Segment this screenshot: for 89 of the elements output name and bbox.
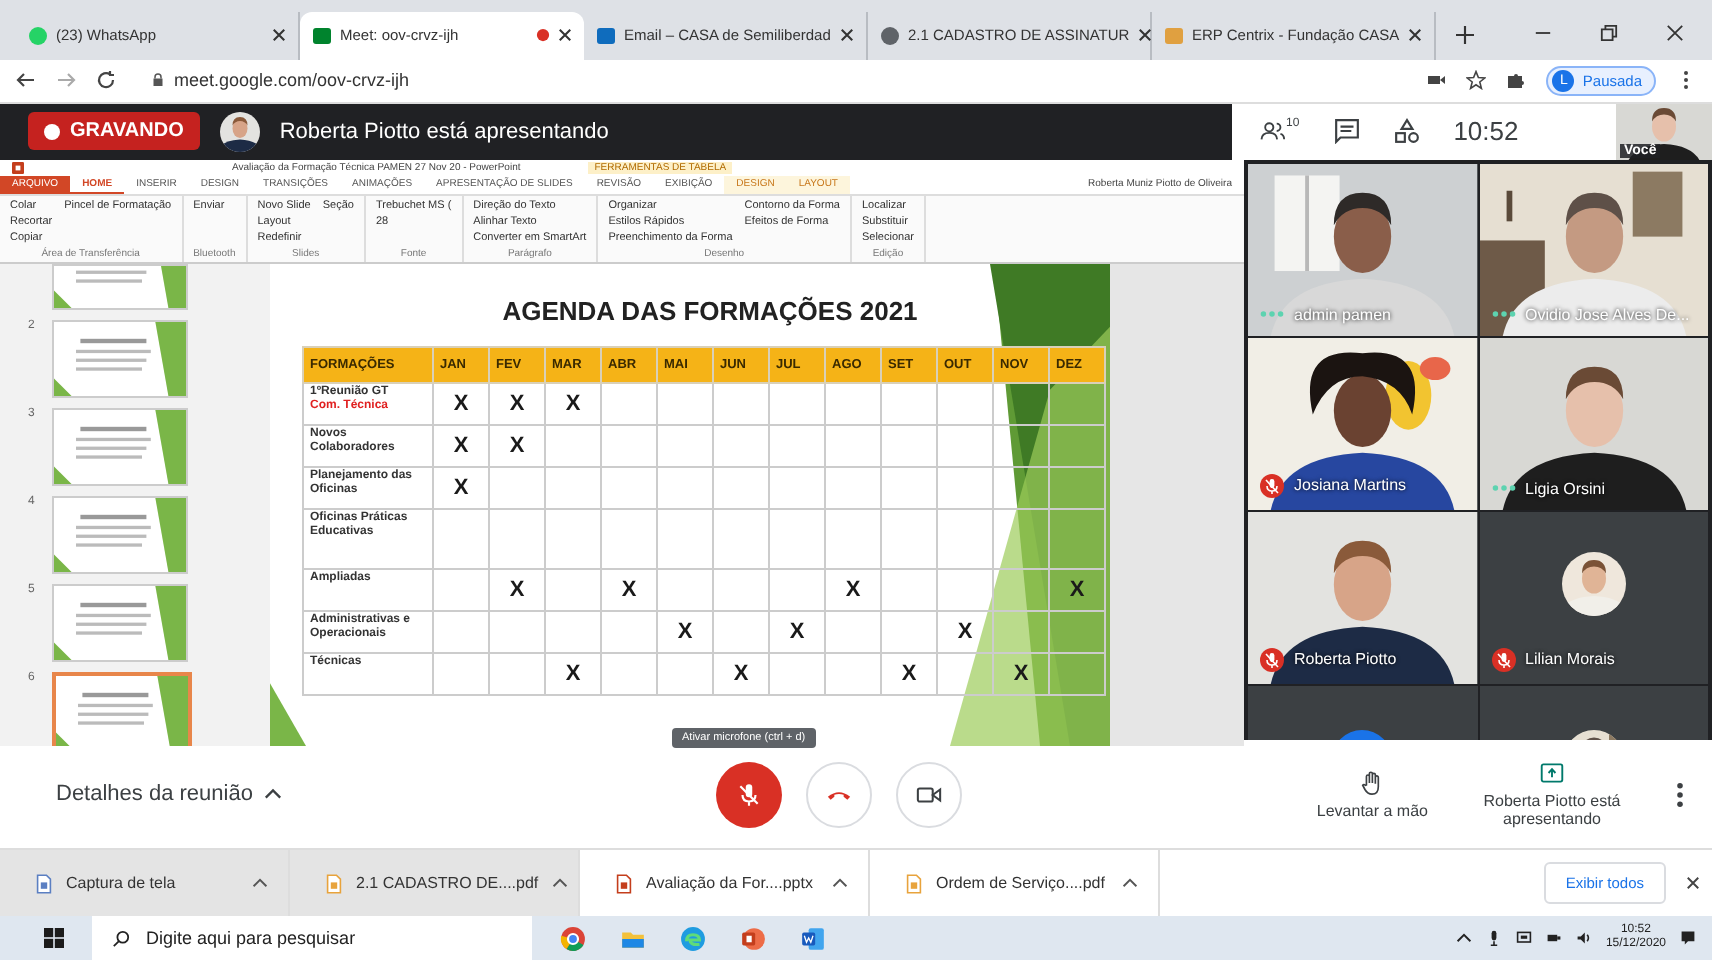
slide-thumbnail[interactable]: [52, 495, 188, 574]
download-item[interactable]: 2.1 CADASTRO DE....pdf: [290, 850, 580, 917]
site-icon: [596, 25, 616, 46]
people-button[interactable]: 10: [1260, 118, 1300, 145]
site-icon: [312, 25, 332, 46]
caret-icon[interactable]: [832, 878, 848, 889]
slide-thumbnail[interactable]: [52, 263, 188, 310]
cell-mark: X: [565, 391, 581, 416]
participant-name: Ovidio Jose Alves De...: [1525, 305, 1690, 324]
presenter-status: Roberta Piotto está apresentando: [279, 119, 609, 144]
reload-icon[interactable]: [96, 70, 116, 91]
microphone-icon[interactable]: [1485, 930, 1502, 947]
cell-mark: X: [1013, 661, 1029, 686]
slide-thumbnail[interactable]: [52, 407, 188, 486]
back-icon[interactable]: [16, 70, 36, 91]
word-icon[interactable]: [800, 925, 826, 952]
display-icon[interactable]: [1515, 930, 1532, 947]
file-icon: [616, 873, 632, 894]
slide-title: AGENDA DAS FORMAÇÕES 2021: [502, 295, 918, 330]
close-icon[interactable]: [1686, 876, 1700, 891]
presenting-button[interactable]: Roberta Piotto está apresentando: [1472, 760, 1632, 829]
lock-icon: [152, 72, 164, 89]
site-icon: [880, 25, 900, 46]
caret-icon[interactable]: [252, 878, 268, 889]
participant-name: Lilian Morais: [1525, 650, 1615, 669]
hand-icon: [1360, 769, 1385, 796]
restore-icon[interactable]: [1600, 23, 1618, 42]
download-item[interactable]: Captura de tela: [0, 850, 290, 917]
star-icon[interactable]: [1466, 70, 1487, 91]
cell-mark: X: [453, 391, 469, 416]
meeting-details-button[interactable]: Detalhes da reunião: [56, 782, 716, 807]
cell-mark: X: [845, 577, 861, 602]
cell-mark: X: [453, 433, 469, 458]
clock-time: 10:52: [1453, 116, 1519, 147]
address-field[interactable]: meet.google.com/oov-crvz-ijh: [136, 63, 1407, 98]
slide-thumbnail[interactable]: [52, 671, 192, 746]
more-options-icon[interactable]: [1676, 781, 1684, 808]
participant-name: Ligia Orsini: [1525, 479, 1606, 498]
raise-hand-button[interactable]: Levantar a mão: [1316, 769, 1428, 820]
cell-mark: X: [621, 577, 637, 602]
cell-mark: X: [957, 619, 973, 644]
chat-icon[interactable]: [1333, 118, 1360, 145]
cell-mark: X: [1069, 577, 1085, 602]
cell-mark: X: [565, 661, 581, 686]
shapes-icon[interactable]: [1393, 118, 1420, 145]
close-icon[interactable]: [272, 28, 286, 43]
slide-thumbnail[interactable]: [52, 319, 188, 398]
participant-name: admin pamen: [1294, 305, 1391, 324]
camera-icon: [916, 781, 942, 808]
cell-mark: X: [733, 661, 749, 686]
site-icon: [1164, 25, 1184, 46]
new-tab-icon[interactable]: [1456, 25, 1474, 44]
volume-icon[interactable]: [1575, 930, 1592, 947]
chrome-icon[interactable]: [560, 925, 586, 952]
search-field[interactable]: Digite aqui para pesquisar: [92, 916, 532, 960]
participant-name: Roberta Piotto: [1294, 650, 1397, 669]
file-icon: [36, 873, 52, 894]
cell-mark: X: [509, 433, 525, 458]
network-icon[interactable]: [1545, 930, 1562, 947]
participant-name: Josiana Martins: [1294, 476, 1407, 495]
muted-mic-icon: [736, 781, 762, 808]
site-icon: [28, 25, 48, 46]
caret-icon: [264, 788, 283, 801]
caret-icon[interactable]: [552, 878, 569, 889]
slide-thumbnail[interactable]: [52, 583, 188, 662]
camera-button[interactable]: [896, 761, 962, 828]
recording-button[interactable]: GRAVANDO: [28, 112, 200, 151]
close-icon[interactable]: [1408, 28, 1422, 43]
cell-mark: X: [901, 661, 917, 686]
cell-mark: X: [453, 475, 469, 500]
file-icon: [906, 873, 922, 894]
windows-start-icon[interactable]: [44, 928, 64, 949]
notification-icon[interactable]: [1680, 930, 1696, 947]
caret-icon[interactable]: [1122, 878, 1138, 889]
close-icon[interactable]: [1137, 28, 1152, 43]
cell-mark: X: [509, 391, 525, 416]
present-screen-icon: [1540, 760, 1564, 787]
close-icon[interactable]: [840, 28, 854, 43]
powerpoint-icon[interactable]: [740, 925, 766, 952]
cell-mark: X: [509, 577, 525, 602]
close-icon[interactable]: [1666, 23, 1684, 42]
puzzle-icon[interactable]: [1506, 70, 1527, 91]
search-icon: [112, 929, 130, 948]
cell-mark: X: [677, 619, 693, 644]
microphone-button[interactable]: [716, 761, 782, 828]
caret-icon[interactable]: [1455, 930, 1472, 947]
file-icon: [326, 873, 342, 894]
close-icon[interactable]: [558, 28, 572, 43]
cell-mark: X: [789, 619, 805, 644]
